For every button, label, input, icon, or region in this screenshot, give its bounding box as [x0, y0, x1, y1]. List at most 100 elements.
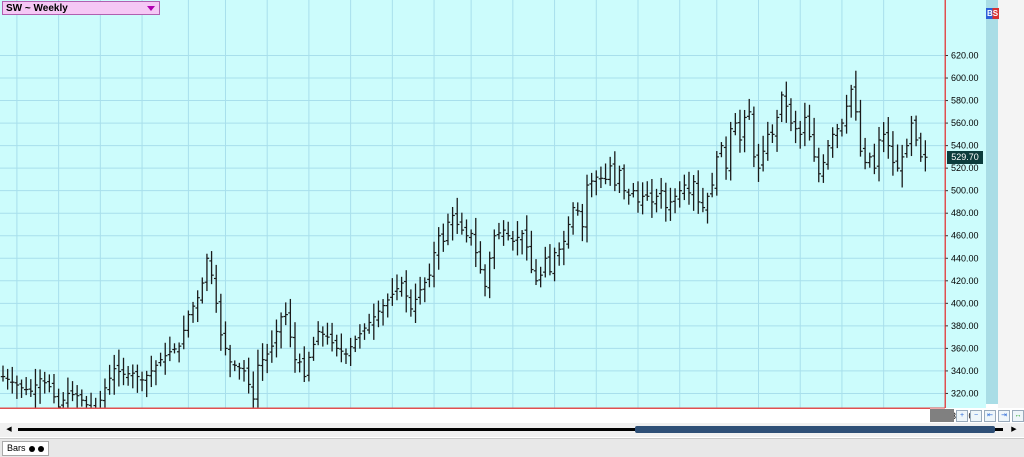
ohlc-bar: [788, 98, 794, 132]
ohlc-bar: [186, 310, 191, 338]
ohlc-bar: [288, 298, 293, 348]
ohlc-bar: [153, 360, 159, 386]
fit-icon[interactable]: ↔: [1012, 409, 1024, 422]
price-chart[interactable]: 300.00320.00340.00360.00380.00400.00420.…: [0, 0, 1024, 423]
ohlc-bar: [334, 334, 339, 357]
scroll-right-arrow-icon[interactable]: ▶: [1008, 425, 1020, 435]
ohlc-bar: [158, 352, 163, 367]
y-tick-label: 500.00: [951, 186, 979, 196]
ohlc-bar: [436, 227, 441, 270]
ohlc-bar: [700, 187, 706, 213]
ohlc-bar: [274, 319, 279, 358]
ohlc-bar: [923, 140, 928, 172]
zoom-in-icon[interactable]: +: [956, 409, 968, 422]
ohlc-bar: [19, 379, 24, 398]
dropdown-arrow-icon[interactable]: [147, 6, 155, 11]
ohlc-bar: [765, 121, 770, 161]
grid-lines: [0, 0, 945, 417]
ohlc-bar: [682, 174, 687, 201]
ohlc-bar: [209, 251, 214, 285]
ohlc-bar: [839, 118, 845, 137]
ohlc-bar: [557, 242, 562, 266]
time-axis[interactable]: [0, 408, 930, 423]
ohlc-bar: [74, 385, 80, 410]
tab-bars-label: Bars: [7, 443, 26, 453]
symbol-selector[interactable]: SW ~ Weekly: [2, 1, 160, 15]
ohlc-bar: [339, 333, 344, 363]
tab-bars[interactable]: Bars: [2, 441, 49, 456]
ohlc-bar: [691, 175, 696, 211]
ohlc-bar: [135, 364, 140, 393]
y-tick-label: 560.00: [951, 118, 979, 128]
ohlc-bar: [538, 266, 543, 288]
ohlc-bar: [876, 126, 882, 182]
scroll-start-icon[interactable]: ⇤: [984, 409, 996, 422]
ohlc-bar: [607, 156, 613, 186]
ohlc-bar: [835, 123, 840, 149]
ohlc-bar: [255, 349, 261, 412]
ohlc-bar: [584, 174, 590, 243]
ohlc-bar: [278, 312, 284, 349]
ohlc-bar: [899, 144, 905, 188]
ohlc-bar: [756, 143, 761, 182]
ohlc-bar: [348, 337, 353, 366]
ohlc-bar: [28, 379, 34, 397]
ohlc-bar: [506, 221, 511, 241]
bs-badge[interactable]: BS: [986, 8, 999, 19]
ohlc-bar: [858, 99, 863, 157]
y-tick-label: 520.00: [951, 163, 979, 173]
ohlc-bar: [510, 231, 516, 251]
y-tick-label: 580.00: [951, 96, 979, 106]
ohlc-bar: [816, 147, 821, 183]
ohlc-bar: [496, 222, 502, 240]
ohlc-bar: [802, 102, 808, 147]
ohlc-bar: [455, 197, 460, 234]
ohlc-bar: [617, 165, 622, 194]
ohlc-bar: [798, 120, 803, 149]
ohlc-bar: [640, 182, 645, 215]
horizontal-scrollbar[interactable]: ◀ ▶: [0, 423, 1024, 437]
ohlc-bar: [529, 230, 534, 274]
ohlc-bar: [23, 377, 29, 396]
ohlc-bar: [51, 374, 57, 404]
zoom-out-icon[interactable]: −: [970, 409, 982, 422]
ohlc-bar: [594, 170, 599, 196]
ohlc-bar: [468, 229, 474, 246]
y-tick-label: 480.00: [951, 208, 979, 218]
scroll-left-arrow-icon[interactable]: ◀: [3, 425, 15, 435]
ohlc-bar: [811, 117, 817, 162]
ohlc-bar: [283, 302, 288, 326]
ohlc-bar: [121, 357, 126, 386]
symbol-label: SW ~ Weekly: [6, 3, 68, 14]
y-tick-label: 320.00: [951, 388, 979, 398]
ohlc-bar: [320, 326, 326, 347]
ohlc-bar: [723, 136, 729, 180]
ohlc-bar: [329, 322, 335, 352]
ohlc-bar: [37, 369, 43, 404]
ohlc-bar: [218, 293, 224, 351]
ohlc-bar: [747, 98, 752, 120]
scroll-end-icon[interactable]: ⇥: [998, 409, 1010, 422]
ohlc-bar: [635, 181, 641, 213]
ohlc-bar: [116, 349, 122, 387]
ohlc-bar: [269, 330, 275, 363]
ohlc-bar: [658, 177, 664, 209]
ohlc-bar: [570, 202, 576, 235]
ohlc-bar: [130, 364, 135, 389]
ohlc-bar: [70, 381, 75, 402]
scroll-thumb[interactable]: [635, 426, 995, 433]
ohlc-bar: [251, 371, 256, 412]
ohlc-bar: [862, 137, 868, 170]
ohlc-bar: [357, 324, 363, 349]
ohlc-bar: [737, 109, 743, 153]
ohlc-bar: [672, 188, 678, 214]
y-tick-label: 360.00: [951, 343, 979, 353]
ohlc-bar: [543, 246, 548, 278]
y-tick-label: 400.00: [951, 298, 979, 308]
ohlc-bar: [849, 84, 854, 118]
ohlc-bar: [603, 163, 608, 185]
ohlc-bar: [394, 274, 400, 301]
tab-dot-icon: [37, 445, 44, 452]
ohlc-bar: [589, 172, 594, 198]
ohlc-bar: [315, 321, 321, 346]
